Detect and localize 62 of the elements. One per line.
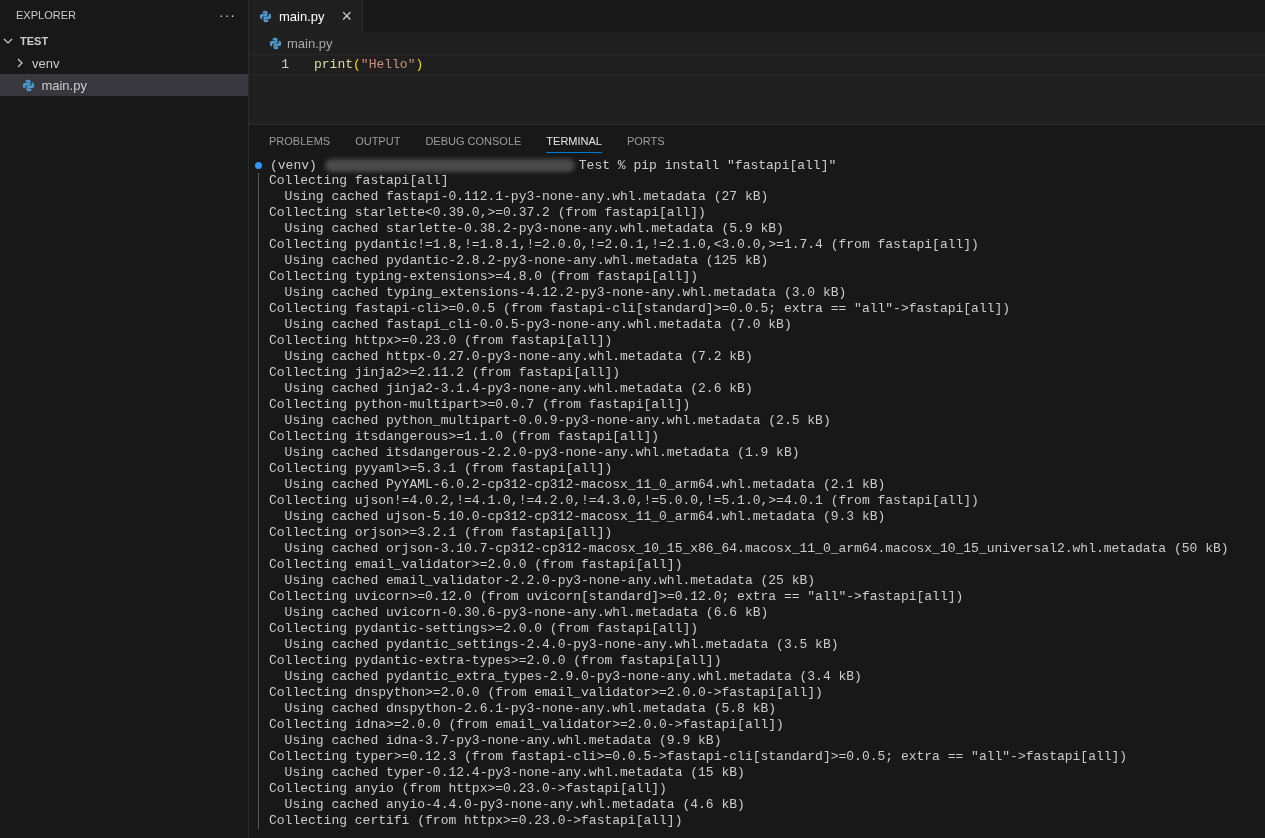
panel-tab[interactable]: PORTS (626, 135, 665, 153)
close-icon[interactable]: × (341, 7, 352, 25)
terminal-line: Using cached email_validator-2.2.0-py3-none-any.whl.metadata (25 kB) (283, 573, 817, 589)
terminal-line: Collecting uvicorn>=0.12.0 (from uvicorn[standard]>=0.12.0; extra == "all"->fastapi[all]) (269, 589, 965, 605)
terminal-line: Collecting idna>=2.0.0 (from email_validator>=2.0.0->fastapi[all]) (269, 717, 785, 733)
terminal-line: Collecting starlette<0.39.0,>=0.37.2 (from fastapi[all]) (269, 205, 707, 221)
terminal-line: Using cached orjson-3.10.7-cp312-cp312-macosx_10_15_x86_64.macosx_11_0_arm64.macosx_10_15_universal2.whl.metadata (50 kB) (283, 541, 1230, 557)
terminal-line: Using cached fastapi-0.112.1-py3-none-any.whl.metadata (27 kB) (283, 189, 770, 205)
terminal-line: Using cached dnspython-2.6.1-py3-none-any.whl.metadata (5.8 kB) (283, 701, 778, 717)
status-dot (255, 161, 262, 169)
terminal-line: Using cached httpx-0.27.0-py3-none-any.whl.metadata (7.2 kB) (283, 349, 754, 365)
terminal-text: Test % pip install "fastapi[all]" (578, 157, 837, 173)
tree-item[interactable]: main.py (0, 74, 248, 96)
terminal-line: Collecting typer>=0.12.3 (from fastapi-cli>=0.0.5->fastapi-cli[standard]>=0.0.5; extra == "all"->fastapi[all]) (269, 749, 1129, 765)
python-icon (269, 36, 282, 50)
terminal-line: Using cached starlette-0.38.2-py3-none-any.whl.metadata (5.9 kB) (283, 221, 785, 237)
panel-tab[interactable]: TERMINAL (546, 135, 602, 153)
python-icon (259, 9, 272, 23)
terminal-line: Using cached typer-0.12.4-py3-none-any.whl.metadata (15 kB) (283, 765, 746, 781)
terminal-line: Collecting dnspython>=2.0.0 (from email_validator>=2.0.0->fastapi[all]) (269, 685, 824, 701)
terminal-line: Collecting pydantic-settings>=2.0.0 (from fastapi[all]) (269, 621, 700, 637)
terminal-line: Using cached python_multipart-0.0.9-py3-none-any.whl.metadata (2.5 kB) (283, 413, 832, 429)
editor-tab[interactable]: main.py × (249, 0, 363, 32)
terminal-line: Using cached fastapi_cli-0.0.5-py3-none-any.whl.metadata (7.0 kB) (283, 317, 793, 333)
breadcrumb[interactable]: main.py (287, 35, 333, 51)
python-icon (22, 78, 36, 92)
terminal-line: Using cached pydantic_settings-2.4.0-py3-none-any.whl.metadata (3.5 kB) (283, 637, 840, 653)
tree-item[interactable]: venv (0, 52, 248, 74)
tree-item[interactable]: TEST (0, 30, 248, 52)
terminal-line: Using cached ujson-5.10.0-cp312-cp312-macosx_11_0_arm64.whl.metadata (9.3 kB) (283, 509, 887, 525)
terminal-line: Collecting jinja2>=2.11.2 (from fastapi[all]) (269, 365, 622, 381)
terminal-line: Collecting anyio (from httpx>=0.23.0->fastapi[all]) (269, 781, 668, 797)
terminal-line: Using cached PyYAML-6.0.2-cp312-cp312-macosx_11_0_arm64.whl.metadata (2.1 kB) (283, 477, 887, 493)
code-line: print("Hello") (314, 57, 424, 72)
terminal-line: Collecting ujson!=4.0.2,!=4.1.0,!=4.2.0,!=4.3.0,!=5.0.0,!=5.1.0,>=4.0.1 (from fastapi[all]) (269, 493, 980, 509)
terminal-line: Using cached jinja2-3.1.4-py3-none-any.whl.metadata (2.6 kB) (283, 381, 754, 397)
terminal-line: Collecting httpx>=0.23.0 (from fastapi[all]) (269, 333, 614, 349)
terminal-line: Collecting fastapi[all] (269, 173, 450, 189)
terminal-line: Collecting orjson>=3.2.1 (from fastapi[all]) (269, 525, 614, 541)
terminal-line: Collecting typing-extensions>=4.8.0 (from fastapi[all]) (269, 269, 700, 285)
terminal-line: Collecting python-multipart>=0.0.7 (from fastapi[all]) (269, 397, 692, 413)
panel-tab[interactable]: OUTPUT (355, 135, 401, 153)
more-actions-icon[interactable]: ··· (219, 7, 236, 23)
terminal-text: (venv) (270, 157, 317, 173)
terminal-line: Collecting itsdangerous>=1.1.0 (from fastapi[all]) (269, 429, 661, 445)
terminal-line: Using cached itsdangerous-2.2.0-py3-none-any.whl.metadata (1.9 kB) (283, 445, 801, 461)
terminal-line: Using cached anyio-4.4.0-py3-none-any.whl.metadata (4.6 kB) (283, 797, 746, 813)
terminal-line: Collecting email_validator>=2.0.0 (from fastapi[all]) (269, 557, 684, 573)
terminal-line: Using cached pydantic_extra_types-2.9.0-py3-none-any.whl.metadata (3.4 kB) (283, 669, 863, 685)
terminal-line: Collecting fastapi-cli>=0.0.5 (from fastapi-cli[standard]>=0.0.5; extra == "all"->fastapi[all]) (269, 301, 1012, 317)
terminal-line: Using cached idna-3.7-py3-none-any.whl.metadata (9.9 kB) (283, 733, 723, 749)
terminal-line: Collecting pyyaml>=5.3.1 (from fastapi[all]) (269, 461, 614, 477)
panel-tab[interactable]: DEBUG CONSOLE (425, 135, 522, 153)
line-number: 1 (280, 57, 290, 72)
terminal-line: Collecting certifi (from httpx>=0.23.0->fastapi[all]) (269, 813, 684, 829)
terminal-line: Collecting pydantic-extra-types>=2.0.0 (from fastapi[all]) (269, 653, 723, 669)
sidebar-title: EXPLORER (16, 9, 76, 21)
terminal-line: Using cached uvicorn-0.30.6-py3-none-any.whl.metadata (6.6 kB) (283, 605, 770, 621)
terminal-line: Using cached typing_extensions-4.12.2-py3-none-any.whl.metadata (3.0 kB) (283, 285, 848, 301)
terminal-line: Collecting pydantic!=1.8,!=1.8.1,!=2.0.0,!=2.0.1,!=2.1.0,<3.0.0,>=1.7.4 (from fastapi[all]) (269, 237, 980, 253)
terminal-line: Using cached pydantic-2.8.2-py3-none-any.whl.metadata (125 kB) (283, 253, 770, 269)
panel-tab[interactable]: PROBLEMS (269, 135, 331, 153)
